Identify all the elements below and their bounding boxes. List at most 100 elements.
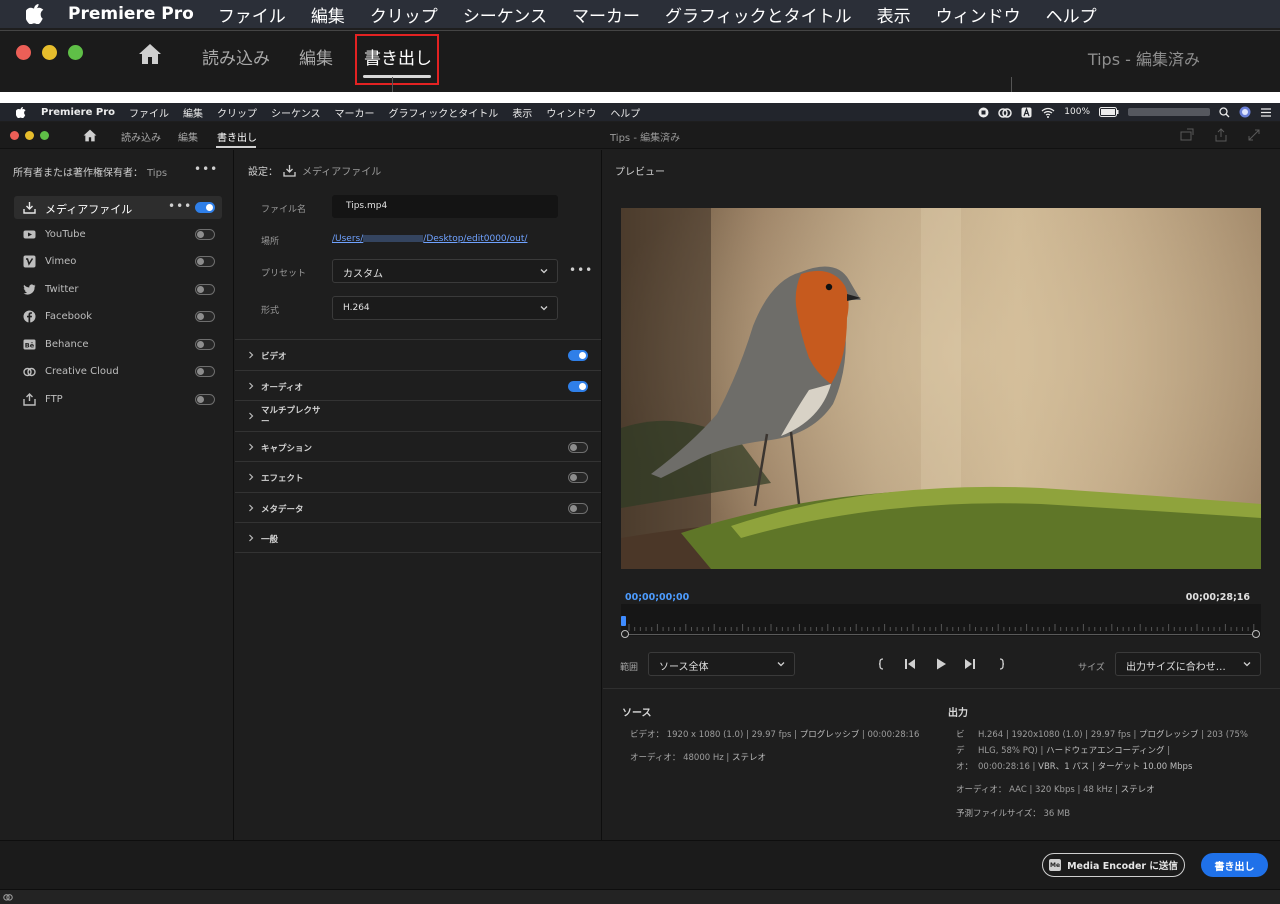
spotlight-search-icon[interactable] bbox=[1219, 106, 1230, 118]
zoom-tab-edit[interactable]: 編集 bbox=[299, 44, 333, 69]
minimize-traffic-light[interactable] bbox=[42, 45, 57, 60]
play-icon[interactable] bbox=[934, 657, 948, 671]
destination-toggle[interactable] bbox=[195, 229, 215, 240]
section-general[interactable]: 一般 bbox=[235, 522, 601, 553]
range-select[interactable]: ソース全体 bbox=[648, 652, 795, 676]
section-captions[interactable]: キャプション bbox=[235, 431, 601, 462]
zoom-menu-sequence[interactable]: シーケンス bbox=[463, 2, 547, 27]
destination-media-file[interactable]: メディアファイル ••• bbox=[14, 196, 222, 219]
step-forward-icon[interactable] bbox=[963, 657, 977, 671]
destination-behance[interactable]: Bē Behance bbox=[14, 333, 222, 356]
close-traffic-light[interactable] bbox=[16, 45, 31, 60]
section-audio[interactable]: オーディオ bbox=[235, 370, 601, 401]
section-metadata[interactable]: メタデータ bbox=[235, 492, 601, 523]
zoom-traffic-light[interactable] bbox=[40, 131, 49, 140]
zoom-menu-help[interactable]: ヘルプ bbox=[1046, 2, 1097, 27]
export-button[interactable]: 書き出し bbox=[1201, 853, 1268, 877]
preset-more-icon[interactable]: ••• bbox=[569, 263, 593, 277]
section-video[interactable]: ビデオ bbox=[235, 339, 601, 370]
send-to-media-encoder-button[interactable]: Me Media Encoder に送信 bbox=[1042, 853, 1185, 877]
apple-icon[interactable] bbox=[16, 106, 26, 118]
destination-ftp[interactable]: FTP bbox=[14, 388, 222, 411]
close-traffic-light[interactable] bbox=[10, 131, 19, 140]
destination-toggle[interactable] bbox=[195, 311, 215, 322]
zoom-menu-edit[interactable]: 編集 bbox=[311, 2, 345, 27]
location-link[interactable]: /Users/ /Desktop/edit0000/out/ bbox=[332, 234, 527, 244]
destination-vimeo[interactable]: Vimeo bbox=[14, 250, 222, 273]
creative-cloud-menu-icon[interactable] bbox=[998, 107, 1013, 118]
menu-graphics[interactable]: グラフィックとタイトル bbox=[389, 105, 499, 120]
zoom-menu-window[interactable]: ウィンドウ bbox=[936, 2, 1021, 27]
destination-toggle[interactable] bbox=[195, 202, 215, 213]
minimize-traffic-light[interactable] bbox=[25, 131, 34, 140]
playhead[interactable] bbox=[621, 616, 626, 626]
tab-edit[interactable]: 編集 bbox=[178, 129, 198, 144]
zoom-menu-graphics[interactable]: グラフィックとタイトル bbox=[665, 2, 852, 27]
input-source-icon[interactable] bbox=[1021, 106, 1032, 118]
destination-toggle[interactable] bbox=[195, 339, 215, 350]
zoom-traffic-light[interactable] bbox=[68, 45, 83, 60]
video-toggle[interactable] bbox=[568, 350, 588, 361]
destination-youtube[interactable]: YouTube bbox=[14, 223, 222, 246]
zoom-app-name[interactable]: Premiere Pro bbox=[68, 4, 194, 24]
output-audio-channels: ステレオ bbox=[1120, 785, 1155, 795]
tab-import[interactable]: 読み込み bbox=[121, 129, 161, 144]
menu-help[interactable]: ヘルプ bbox=[610, 105, 640, 120]
destination-toggle[interactable] bbox=[195, 394, 215, 405]
destination-facebook[interactable]: Facebook bbox=[14, 305, 222, 328]
destination-toggle[interactable] bbox=[195, 284, 215, 295]
zoom-menu-marker[interactable]: マーカー bbox=[572, 2, 640, 27]
filename-label: ファイル名 bbox=[261, 205, 307, 215]
metadata-toggle[interactable] bbox=[568, 503, 588, 514]
destination-creative-cloud[interactable]: Creative Cloud bbox=[14, 360, 222, 383]
battery-icon[interactable] bbox=[1099, 107, 1119, 117]
zoom-menubar: Premiere Pro ファイル 編集 クリップ シーケンス マーカー グラフ… bbox=[0, 0, 1280, 28]
menu-file[interactable]: ファイル bbox=[129, 105, 169, 120]
mark-in-icon[interactable] bbox=[875, 657, 889, 671]
destination-twitter[interactable]: Twitter bbox=[14, 278, 222, 301]
home-icon[interactable] bbox=[83, 129, 97, 142]
fullscreen-icon[interactable] bbox=[1247, 128, 1261, 142]
mark-out-icon[interactable] bbox=[994, 657, 1008, 671]
captions-toggle[interactable] bbox=[568, 442, 588, 453]
destination-toggle[interactable] bbox=[195, 366, 215, 377]
creative-cloud-status-icon[interactable] bbox=[3, 892, 13, 902]
out-point-handle[interactable] bbox=[1252, 630, 1260, 638]
filename-field[interactable]: Tips.mp4 bbox=[332, 195, 558, 218]
menu-window[interactable]: ウィンドウ bbox=[546, 105, 596, 120]
owner-more-icon[interactable]: ••• bbox=[194, 162, 218, 176]
share-icon[interactable] bbox=[1214, 128, 1228, 142]
scrub-bar[interactable] bbox=[624, 634, 1259, 635]
section-effects[interactable]: エフェクト bbox=[235, 461, 601, 492]
control-center-icon[interactable] bbox=[1260, 107, 1272, 118]
media-file-more-icon[interactable]: ••• bbox=[168, 199, 192, 213]
zoom-window-title: Tips - 編集済み bbox=[1087, 50, 1200, 69]
menu-edit[interactable]: 編集 bbox=[183, 105, 203, 120]
audio-toggle[interactable] bbox=[568, 381, 588, 392]
step-back-icon[interactable] bbox=[903, 657, 917, 671]
record-icon[interactable] bbox=[978, 107, 989, 118]
menu-marker[interactable]: マーカー bbox=[335, 105, 375, 120]
menu-view[interactable]: 表示 bbox=[512, 105, 532, 120]
quick-export-icon[interactable] bbox=[1180, 128, 1194, 142]
in-point-handle[interactable] bbox=[621, 630, 629, 638]
menu-clip[interactable]: クリップ bbox=[217, 105, 257, 120]
timeline-track[interactable] bbox=[621, 604, 1261, 636]
apple-icon[interactable] bbox=[26, 4, 44, 24]
siri-icon[interactable] bbox=[1239, 106, 1251, 118]
tab-export[interactable]: 書き出し bbox=[217, 129, 257, 144]
wifi-icon[interactable] bbox=[1041, 107, 1055, 118]
size-select[interactable]: 出力サイズに合わせ… bbox=[1115, 652, 1261, 676]
zoom-menu-view[interactable]: 表示 bbox=[877, 2, 911, 27]
menu-sequence[interactable]: シーケンス bbox=[271, 105, 321, 120]
zoom-menu-clip[interactable]: クリップ bbox=[370, 2, 438, 27]
zoom-menu-file[interactable]: ファイル bbox=[218, 2, 286, 27]
effects-toggle[interactable] bbox=[568, 472, 588, 483]
menu-app-name[interactable]: Premiere Pro bbox=[41, 107, 115, 118]
destination-toggle[interactable] bbox=[195, 256, 215, 267]
preset-select[interactable]: カスタム bbox=[332, 259, 558, 283]
format-select[interactable]: H.264 bbox=[332, 296, 558, 320]
home-icon[interactable] bbox=[138, 43, 162, 65]
section-multiplexer[interactable]: マルチプレクサー bbox=[235, 400, 601, 431]
zoom-tab-import[interactable]: 読み込み bbox=[202, 44, 270, 69]
